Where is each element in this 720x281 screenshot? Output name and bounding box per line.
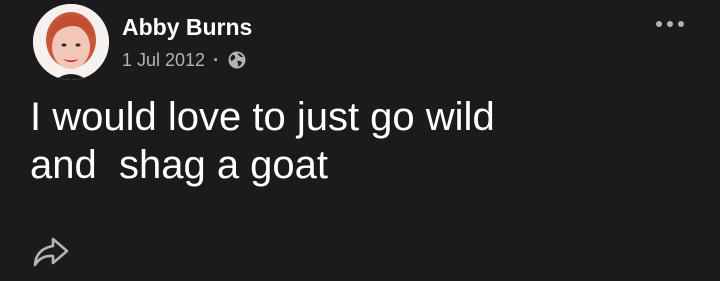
- post-meta: 1 Jul 2012 ·: [122, 48, 247, 72]
- author-name[interactable]: Abby Burns: [122, 14, 252, 41]
- post-date[interactable]: 1 Jul 2012: [122, 50, 205, 71]
- post-body: I would love to just go wild and shag a …: [30, 95, 495, 187]
- post-card: Abby Burns 1 Jul 2012 · I would love to …: [0, 0, 720, 281]
- globe-icon[interactable]: [227, 50, 247, 70]
- more-options-icon[interactable]: [650, 14, 690, 34]
- meta-separator: ·: [213, 49, 220, 70]
- avatar[interactable]: [33, 4, 109, 80]
- share-icon[interactable]: [31, 234, 71, 270]
